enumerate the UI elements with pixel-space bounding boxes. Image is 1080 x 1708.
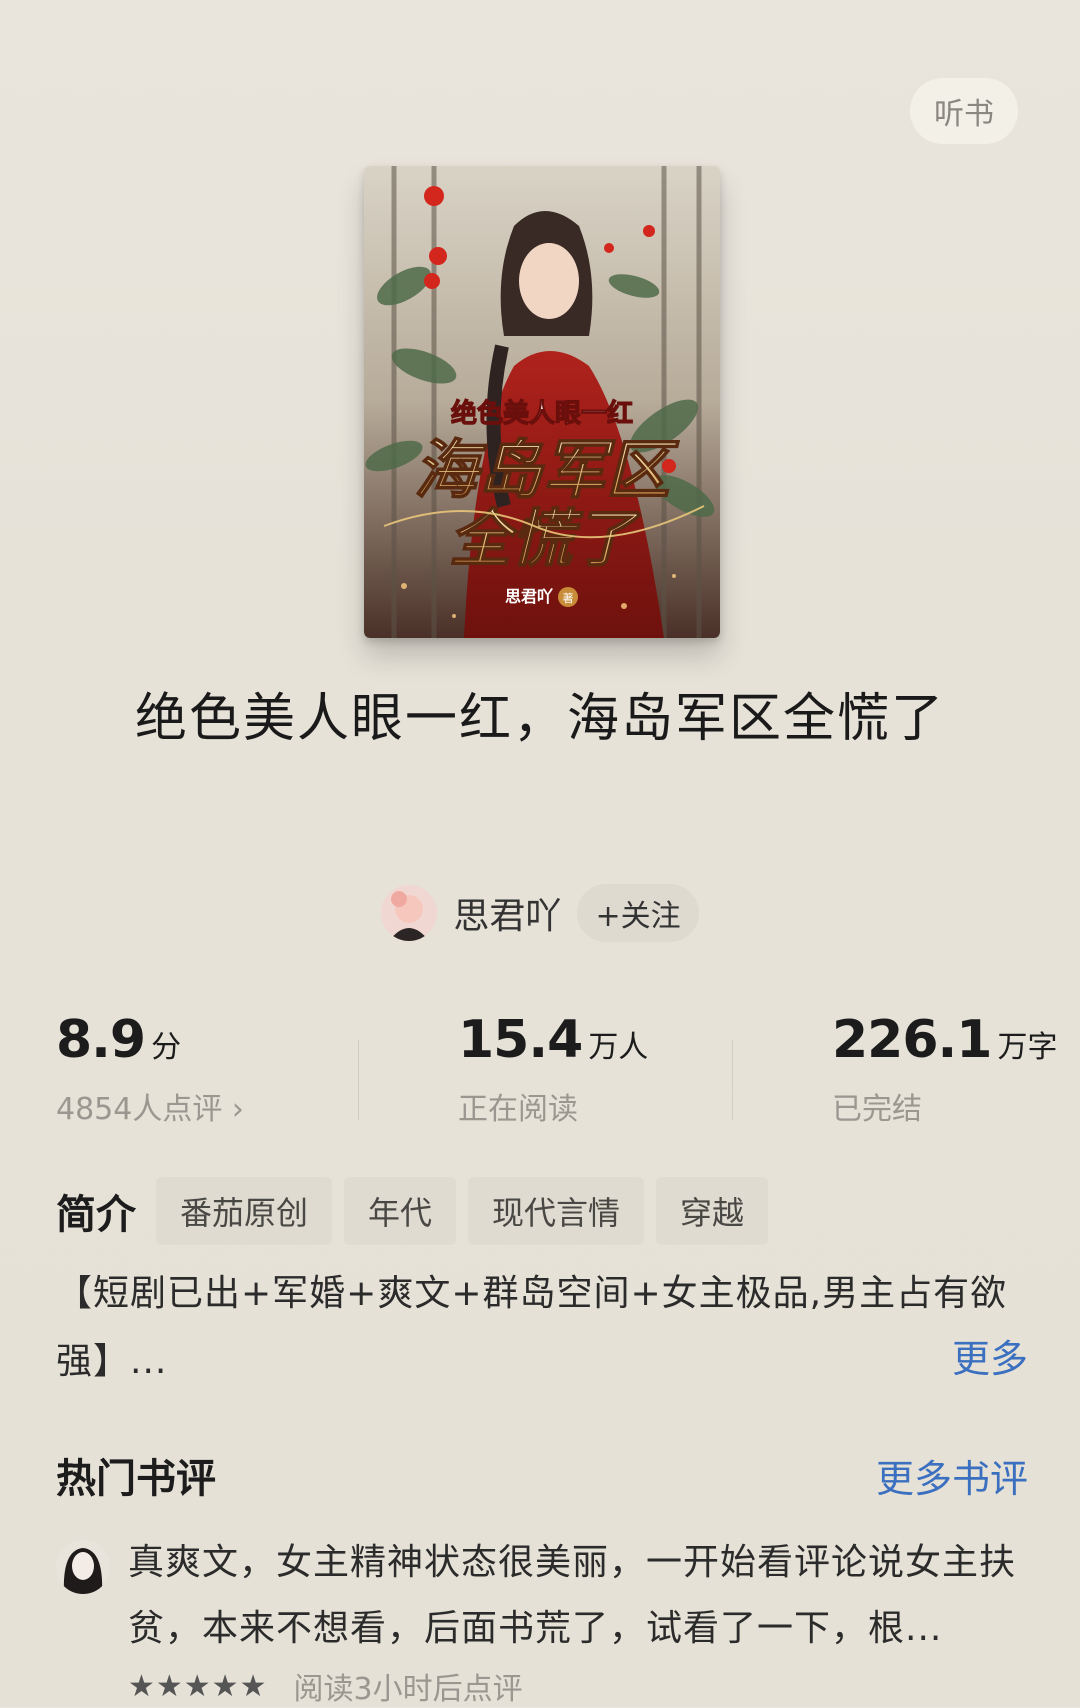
stats-row: 8.9 分 4854人点评 › 15.4 万人 正在阅读 226.1 万字 已完结 [0, 1010, 1080, 1140]
review-meta-text: 阅读3小时后点评 [293, 1672, 523, 1707]
readers-label: 正在阅读 [458, 1092, 578, 1127]
book-title: 绝色美人眼一红，海岛军区全慌了 [134, 689, 945, 749]
more-reviews-link[interactable]: 更多书评 [876, 1448, 1028, 1503]
author-row: 思君吖 +关注 [0, 882, 1080, 944]
review-meta: ★★★★★ 阅读3小时后点评 [128, 1666, 523, 1708]
words-stat: 226.1 万字 已完结 [832, 1010, 1057, 1128]
rating-count-link[interactable]: 4854人点评 › [56, 1084, 244, 1128]
author-name[interactable]: 思君吖 [453, 887, 561, 939]
listen-book-button[interactable]: 听书 [910, 78, 1018, 144]
intro-label: 简介 [56, 1192, 136, 1238]
stat-divider [732, 1040, 733, 1120]
follow-button[interactable]: +关注 [577, 884, 699, 942]
tag-item[interactable]: 现代言情 [468, 1177, 645, 1245]
tag-item[interactable]: 穿越 [656, 1177, 769, 1245]
rating-stat[interactable]: 8.9 分 4854人点评 › [56, 1010, 244, 1128]
book-summary[interactable]: 【短剧已出+军婚+爽文+群岛空间+女主极品,男主占有欲强】... [56, 1260, 1031, 1396]
rating-value: 8.9 [56, 1010, 146, 1070]
cover-author-suffix: 著 [563, 591, 574, 605]
status-label: 已完结 [832, 1092, 922, 1127]
words-value: 226.1 [832, 1010, 992, 1070]
author-avatar[interactable] [381, 885, 438, 941]
readers-value: 15.4 [458, 1010, 583, 1070]
reviewer-avatar[interactable] [56, 1540, 110, 1594]
hot-reviews-title: 热门书评 [56, 1456, 216, 1502]
cover-art: 绝色美人眼一红 海岛军区 全慌了 思君吖 著 [364, 166, 720, 638]
words-unit: 万字 [997, 1030, 1058, 1065]
summary-more-link[interactable]: 更多 [952, 1328, 1028, 1383]
tag-item[interactable]: 番茄原创 [156, 1177, 333, 1245]
cover-title-line-2: 全慌了 [449, 502, 642, 575]
intro-row: 简介 番茄原创 年代 现代言情 穿越 [56, 1176, 780, 1246]
cover-author: 思君吖 [505, 587, 553, 606]
rating-unit: 分 [151, 1030, 182, 1065]
cover-subtitle: 绝色美人眼一红 [451, 398, 633, 429]
cover-title-line-1: 海岛军区 [414, 433, 680, 508]
book-cover[interactable]: 绝色美人眼一红 海岛军区 全慌了 思君吖 著 [364, 166, 720, 638]
readers-unit: 万人 [588, 1030, 649, 1065]
readers-stat: 15.4 万人 正在阅读 [458, 1010, 648, 1128]
review-text[interactable]: 真爽文，女主精神状态很美丽，一开始看评论说女主扶贫，本来不想看，后面书荒了，试看… [128, 1530, 1028, 1662]
tag-item[interactable]: 年代 [344, 1177, 457, 1245]
stat-divider [358, 1040, 359, 1120]
star-icon: ★★★★★ [128, 1668, 268, 1704]
